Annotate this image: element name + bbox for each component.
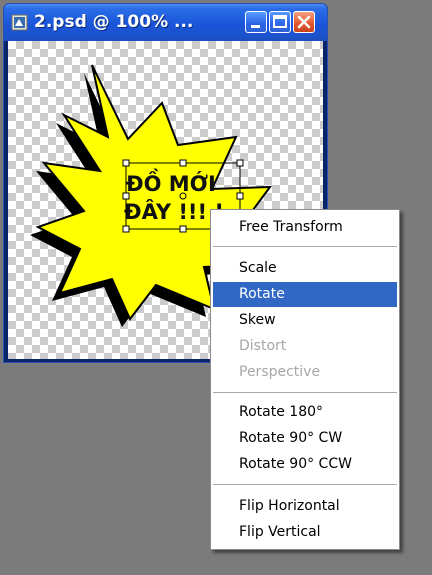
- maximize-icon: [273, 15, 287, 28]
- transform-handle[interactable]: [179, 159, 187, 167]
- close-icon: [297, 15, 311, 29]
- menu-item-scale[interactable]: Scale: [213, 256, 397, 281]
- menu-separator: [213, 246, 397, 247]
- transform-handle[interactable]: [236, 192, 244, 200]
- menu-item-rotate-90-cw[interactable]: Rotate 90° CW: [213, 426, 397, 451]
- menu-item-free-transform[interactable]: Free Transform: [213, 215, 397, 240]
- menu-item-skew[interactable]: Skew: [213, 308, 397, 333]
- document-titlebar[interactable]: 2.psd @ 100% ...: [4, 4, 327, 41]
- menu-item-flip-horizontal[interactable]: Flip Horizontal: [213, 494, 397, 519]
- transform-handle[interactable]: [122, 192, 130, 200]
- artwork-text-line-1: ĐỒ MỚI: [126, 168, 216, 196]
- workspace-background: 2.psd @ 100% ... ĐỒ MỚI ĐÂY !!! ! Free T…: [0, 0, 432, 575]
- transform-handle[interactable]: [179, 225, 187, 233]
- artwork-text-line-2: ĐÂY !!! !: [124, 199, 224, 224]
- menu-item-rotate-180[interactable]: Rotate 180°: [213, 400, 397, 425]
- menu-item-rotate-90-ccw[interactable]: Rotate 90° CCW: [213, 452, 397, 477]
- minimize-icon: [251, 25, 260, 28]
- transform-handle[interactable]: [122, 159, 130, 167]
- document-title: 2.psd @ 100% ...: [34, 12, 194, 32]
- menu-item-perspective[interactable]: Perspective: [213, 360, 397, 385]
- transform-handle[interactable]: [122, 225, 130, 233]
- transform-context-menu: Free Transform Scale Rotate Skew Distort…: [210, 209, 400, 550]
- menu-item-rotate[interactable]: Rotate: [213, 282, 397, 307]
- photoshop-document-icon: [11, 14, 28, 31]
- menu-separator: [213, 392, 397, 393]
- maximize-button[interactable]: [269, 11, 291, 33]
- menu-item-distort[interactable]: Distort: [213, 334, 397, 359]
- menu-item-flip-vertical[interactable]: Flip Vertical: [213, 520, 397, 545]
- menu-separator: [213, 484, 397, 485]
- close-button[interactable]: [293, 11, 315, 33]
- transform-handle[interactable]: [236, 159, 244, 167]
- minimize-button[interactable]: [245, 11, 267, 33]
